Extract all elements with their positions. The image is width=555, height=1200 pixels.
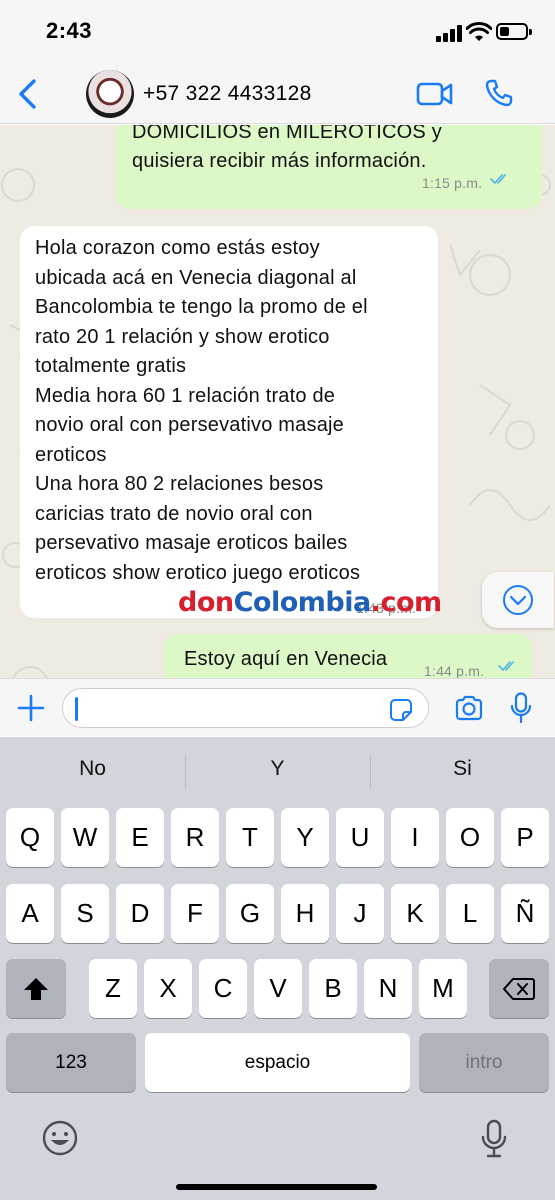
- dictation-microphone-icon[interactable]: [480, 1119, 508, 1159]
- key-z[interactable]: Z: [89, 959, 137, 1018]
- message-composer: [0, 678, 555, 736]
- key-m[interactable]: M: [419, 959, 467, 1018]
- key-t[interactable]: T: [226, 808, 274, 867]
- message-text: totalmente gratis: [35, 355, 187, 377]
- wifi-icon: [466, 22, 492, 41]
- plus-icon[interactable]: [16, 693, 46, 723]
- emoji-icon[interactable]: [41, 1119, 79, 1157]
- camera-icon[interactable]: [454, 695, 484, 721]
- contact-name[interactable]: +57 322 4433128: [143, 82, 312, 106]
- outgoing-message-bubble[interactable]: DOMICILIOS en MILEROTICOS y quisiera rec…: [116, 125, 542, 209]
- suggestion-item[interactable]: Si: [370, 757, 555, 781]
- key-y[interactable]: Y: [281, 808, 329, 867]
- shift-icon: [24, 978, 48, 1000]
- key-i[interactable]: I: [391, 808, 439, 867]
- chat-area[interactable]: DOMICILIOS en MILEROTICOS y quisiera rec…: [0, 125, 555, 678]
- message-time: 1:15 p.m.: [422, 175, 483, 191]
- message-input[interactable]: [62, 688, 429, 728]
- message-text: eroticos: [35, 443, 107, 466]
- backspace-key[interactable]: [489, 959, 549, 1018]
- message-text: Hola corazon como estás estoy: [35, 237, 320, 259]
- key-x[interactable]: X: [144, 959, 192, 1018]
- incoming-message-bubble[interactable]: Hola corazon como estás estoy ubicada ac…: [20, 226, 438, 618]
- key-c[interactable]: C: [199, 959, 247, 1018]
- key-d[interactable]: D: [116, 884, 164, 943]
- watermark-logo: donColombia.com: [178, 587, 442, 618]
- avatar[interactable]: [86, 70, 134, 118]
- battery-icon: [496, 23, 532, 40]
- phone-icon[interactable]: [484, 78, 514, 108]
- read-receipt-icon: [490, 174, 506, 185]
- suggestion-item[interactable]: No: [0, 757, 185, 781]
- outgoing-message-bubble[interactable]: Estoy aquí en Venecia 1:44 p.m.: [164, 634, 532, 678]
- key-n[interactable]: N: [364, 959, 412, 1018]
- key-u[interactable]: U: [336, 808, 384, 867]
- return-key[interactable]: intro: [419, 1033, 549, 1092]
- status-time: 2:43: [46, 18, 93, 43]
- message-text: Media hora 60 1 relación trato de: [35, 384, 336, 407]
- key-w[interactable]: W: [61, 808, 109, 867]
- key-g[interactable]: G: [226, 884, 274, 943]
- key-h[interactable]: H: [281, 884, 329, 943]
- sticker-icon[interactable]: [389, 698, 413, 722]
- key-f[interactable]: F: [171, 884, 219, 943]
- chevron-down-circle-icon: [503, 585, 533, 615]
- shift-key[interactable]: [6, 959, 66, 1018]
- message-text: rato 20 1 relación y show erotico: [35, 325, 330, 348]
- key-e[interactable]: E: [116, 808, 164, 867]
- numbers-key[interactable]: 123: [6, 1033, 136, 1092]
- suggestion-item[interactable]: Y: [185, 757, 370, 781]
- key-o[interactable]: O: [446, 808, 494, 867]
- key-enye[interactable]: Ñ: [501, 884, 549, 943]
- status-bar: 2:43: [0, 0, 555, 64]
- key-b[interactable]: B: [309, 959, 357, 1018]
- video-camera-icon[interactable]: [416, 80, 454, 108]
- home-indicator[interactable]: [176, 1184, 377, 1190]
- key-r[interactable]: R: [171, 808, 219, 867]
- read-receipt-icon: [498, 661, 514, 672]
- key-a[interactable]: A: [6, 884, 54, 943]
- key-q[interactable]: Q: [6, 808, 54, 867]
- message-text: Bancolombia te tengo la promo de el: [35, 296, 368, 318]
- key-v[interactable]: V: [254, 959, 302, 1018]
- message-text: caricias trato de novio oral con: [35, 502, 313, 525]
- message-text: DOMICILIOS en MILEROTICOS y: [132, 125, 442, 143]
- message-text: ubicada acá en Venecia diagonal al: [35, 266, 357, 289]
- keyboard: No Y Si Q W E R T Y U I O P A S D F G H …: [0, 737, 555, 1200]
- message-text: Estoy aquí en Venecia: [184, 648, 388, 670]
- chat-header: +57 322 4433128: [0, 64, 555, 124]
- scroll-to-bottom-button[interactable]: [482, 572, 554, 628]
- cellular-signal-icon: [436, 24, 462, 42]
- message-time: 1:44 p.m.: [424, 663, 485, 678]
- key-p[interactable]: P: [501, 808, 549, 867]
- message-text: eroticos show erotico juego eroticos: [35, 561, 361, 584]
- backspace-icon: [503, 978, 535, 1000]
- predictive-text-bar: No Y Si: [0, 737, 555, 805]
- space-key[interactable]: espacio: [145, 1033, 410, 1092]
- message-text: Una hora 80 2 relaciones besos: [35, 473, 324, 495]
- key-l[interactable]: L: [446, 884, 494, 943]
- message-text: quisiera recibir más información.: [132, 150, 427, 172]
- key-j[interactable]: J: [336, 884, 384, 943]
- key-s[interactable]: S: [61, 884, 109, 943]
- message-text: persevativo masaje eroticos bailes: [35, 532, 348, 554]
- microphone-icon[interactable]: [510, 692, 532, 724]
- message-text: novio oral con persevativo masaje: [35, 414, 344, 436]
- key-k[interactable]: K: [391, 884, 439, 943]
- chevron-left-icon[interactable]: [12, 76, 46, 112]
- text-cursor: [75, 697, 78, 721]
